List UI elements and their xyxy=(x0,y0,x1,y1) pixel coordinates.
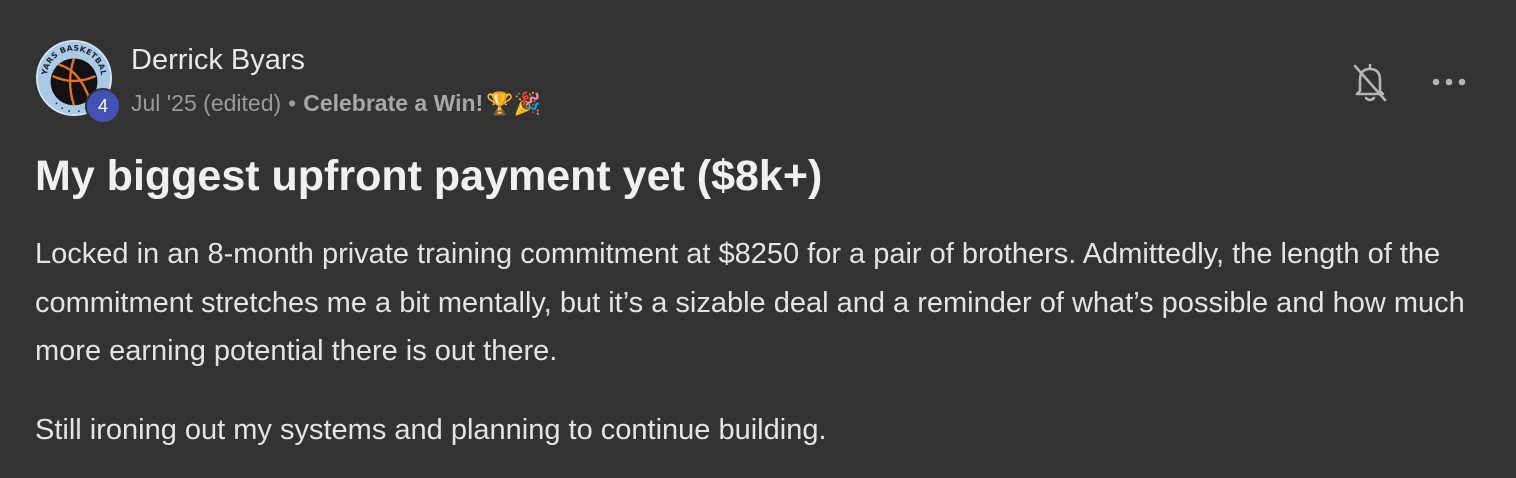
post-title: My biggest upfront payment yet ($8k+) xyxy=(35,152,823,200)
post-meta: Jul '25 (edited) • Celebrate a Win! 🏆🎉 xyxy=(131,90,541,117)
author-avatar[interactable]: BYARS BASKETBALL 4 xyxy=(35,39,121,124)
bell-slash-icon xyxy=(1353,63,1387,102)
notification-toggle-button[interactable] xyxy=(1351,60,1389,104)
post-body-paragraph: Still ironing out my systems and plannin… xyxy=(35,414,827,446)
post-body-paragraph: Locked in an 8-month private training co… xyxy=(35,238,1465,367)
post-card: BYARS BASKETBALL 4 Derrick Byars Jul '25… xyxy=(0,0,1516,478)
category-link[interactable]: Celebrate a Win! xyxy=(303,90,483,117)
post-date[interactable]: Jul '25 (edited) xyxy=(131,90,281,117)
ellipsis-icon xyxy=(1432,78,1466,86)
meta-separator: • xyxy=(288,90,297,116)
level-badge: 4 xyxy=(85,88,121,124)
category-emoji: 🏆🎉 xyxy=(486,90,542,116)
author-name[interactable]: Derrick Byars xyxy=(131,44,305,77)
more-options-button[interactable] xyxy=(1430,70,1468,94)
